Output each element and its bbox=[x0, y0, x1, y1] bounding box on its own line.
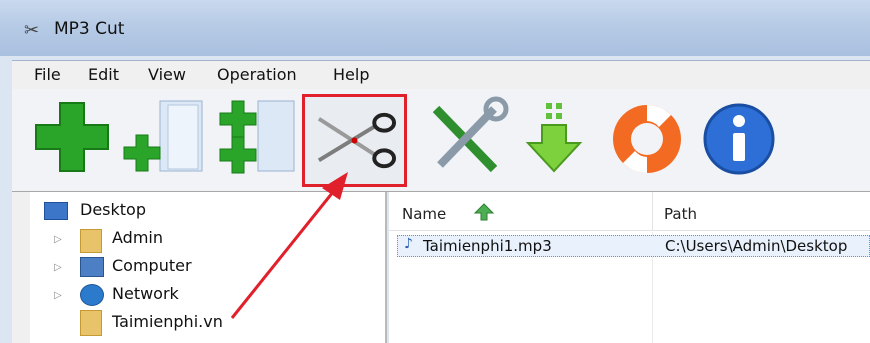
lifebuoy-icon bbox=[613, 105, 681, 173]
menu-help[interactable]: Help bbox=[333, 65, 369, 84]
list-header: Name Path bbox=[389, 192, 870, 231]
window-title: MP3 Cut bbox=[54, 19, 125, 39]
title-bar: ✂ MP3 Cut bbox=[0, 0, 870, 56]
column-name[interactable]: Name bbox=[402, 205, 446, 223]
row-name: Taimienphi1.mp3 bbox=[423, 237, 552, 255]
computer-icon bbox=[80, 257, 104, 277]
file-list: Name Path ♪ Taimienphi1.mp3 C:\Users\Adm… bbox=[389, 192, 870, 343]
menu-view[interactable]: View bbox=[148, 65, 186, 84]
network-icon bbox=[80, 284, 104, 306]
scissors-icon: ✂ bbox=[24, 20, 40, 41]
audio-file-icon: ♪ bbox=[404, 236, 413, 252]
settings-button[interactable] bbox=[422, 95, 512, 183]
info-icon bbox=[703, 103, 775, 175]
sort-ascending-icon[interactable] bbox=[473, 202, 495, 222]
tree-node-network[interactable]: Network bbox=[112, 284, 179, 303]
menu-file[interactable]: File bbox=[34, 65, 61, 84]
add-multiple-icon bbox=[219, 100, 295, 174]
left-frame bbox=[12, 192, 30, 343]
folder-icon bbox=[80, 310, 102, 336]
tree-node-admin[interactable]: Admin bbox=[112, 228, 163, 247]
download-button[interactable] bbox=[512, 95, 602, 183]
expand-icon[interactable]: ▷ bbox=[54, 262, 62, 273]
download-arrow-icon bbox=[525, 103, 583, 173]
cut-button[interactable] bbox=[302, 94, 407, 187]
app-window: ✂ MP3 Cut File Edit View Operation Help bbox=[0, 0, 870, 343]
folder-icon bbox=[80, 229, 102, 253]
menu-operation[interactable]: Operation bbox=[217, 65, 297, 84]
scissors-icon bbox=[317, 112, 397, 169]
expand-icon[interactable]: ▷ bbox=[54, 234, 62, 245]
expand-icon[interactable]: ▷ bbox=[54, 290, 62, 301]
tree-node-taimienphi[interactable]: Taimienphi.vn bbox=[112, 312, 223, 331]
table-row[interactable]: ♪ Taimienphi1.mp3 C:\Users\Admin\Desktop bbox=[397, 235, 870, 257]
add-folder-icon bbox=[123, 100, 203, 172]
folder-tree: Desktop ▷ Admin ▷ Computer ▷ Network Tai… bbox=[30, 192, 387, 343]
add-folder-button[interactable] bbox=[120, 93, 210, 181]
tools-icon bbox=[432, 96, 509, 173]
about-button[interactable] bbox=[694, 95, 784, 183]
column-path[interactable]: Path bbox=[664, 205, 697, 223]
row-path: C:\Users\Admin\Desktop bbox=[665, 237, 848, 255]
desktop-icon bbox=[44, 202, 68, 220]
add-file-button[interactable] bbox=[28, 93, 118, 181]
menu-bar: File Edit View Operation Help bbox=[12, 60, 870, 89]
column-separator[interactable] bbox=[652, 192, 653, 230]
add-multiple-button[interactable] bbox=[212, 93, 302, 181]
tree-node-computer[interactable]: Computer bbox=[112, 256, 192, 275]
green-plus-icon bbox=[35, 102, 109, 172]
menu-edit[interactable]: Edit bbox=[88, 65, 119, 84]
tree-node-desktop[interactable]: Desktop bbox=[80, 200, 146, 219]
help-button[interactable] bbox=[602, 95, 692, 183]
